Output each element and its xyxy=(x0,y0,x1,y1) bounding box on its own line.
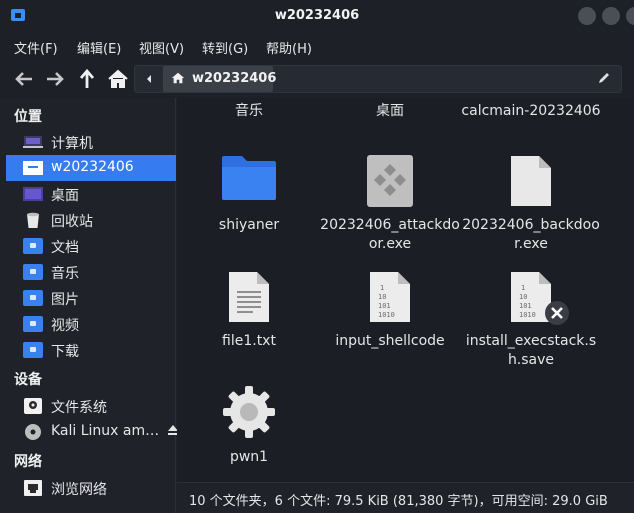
svg-text:10: 10 xyxy=(519,293,527,301)
desktop-icon xyxy=(23,187,43,201)
file-tile-desktop[interactable]: 桌面 xyxy=(320,102,460,121)
home-button[interactable] xyxy=(105,66,131,92)
arrow-left-icon xyxy=(15,72,32,86)
minimize-button[interactable] xyxy=(578,7,596,25)
file-tile-attackdoor[interactable]: 20232406_attackdoor.exe xyxy=(320,154,460,264)
window-title: w20232406 xyxy=(274,8,360,23)
file-name: input_shellcode xyxy=(335,333,445,349)
blank-file-icon xyxy=(511,156,551,206)
file-name: file1.txt xyxy=(222,333,276,349)
home-icon xyxy=(171,72,185,84)
sidebar-item-desktop[interactable]: 桌面 xyxy=(6,181,176,207)
forward-button[interactable] xyxy=(42,66,68,92)
maximize-button[interactable] xyxy=(602,7,620,25)
trash-icon xyxy=(27,212,39,228)
file-name: 20232406_backdoor.exe xyxy=(462,217,600,252)
svg-text:101: 101 xyxy=(519,302,532,310)
folder-icon xyxy=(222,156,276,200)
documents-folder-icon xyxy=(23,238,43,254)
status-text: 10 个文件夹，6 个文件: 79.5 KiB (81,380 字节)，可用空间… xyxy=(189,494,608,509)
arrow-right-icon xyxy=(47,72,64,86)
pictures-folder-icon xyxy=(23,290,43,306)
arrow-up-icon xyxy=(79,68,95,88)
file-name: pwn1 xyxy=(229,449,269,465)
svg-text:101: 101 xyxy=(378,302,391,310)
file-tile-shiyaner[interactable]: shiyaner xyxy=(179,154,319,264)
svg-text:10: 10 xyxy=(378,293,386,301)
sidebar-item-filesystem[interactable]: 文件系统 xyxy=(6,393,176,419)
sidebar-item-videos[interactable]: 视频 xyxy=(6,311,176,337)
menu-file[interactable]: 文件(F) xyxy=(14,38,58,57)
sidebar-item-trash[interactable]: 回收站 xyxy=(6,207,176,233)
svg-text:1010: 1010 xyxy=(378,311,395,319)
toolbar: w20232406 xyxy=(0,60,634,98)
downloads-folder-icon xyxy=(23,342,43,358)
up-button[interactable] xyxy=(74,66,100,92)
file-tile-file1[interactable]: file1.txt xyxy=(179,270,319,360)
menu-go[interactable]: 转到(G) xyxy=(202,38,248,57)
file-name: shiyaner xyxy=(218,217,280,233)
menu-bar: 文件(F) 编辑(E) 视图(V) 转到(G) 帮助(H) xyxy=(0,32,634,60)
menu-edit[interactable]: 编辑(E) xyxy=(77,38,121,57)
file-name: 20232406_attackdoor.exe xyxy=(320,217,460,252)
pencil-icon[interactable] xyxy=(597,71,613,87)
file-tile-music[interactable]: 音乐 xyxy=(179,102,319,121)
text-file-icon xyxy=(229,272,269,322)
home-icon xyxy=(108,69,128,88)
chevron-left-icon[interactable] xyxy=(137,66,161,92)
network-icon xyxy=(24,480,42,496)
sidebar-item-kali-disc[interactable]: Kali Linux am… xyxy=(6,419,178,445)
sidebar-header-devices: 设备 xyxy=(14,372,42,388)
binary-file-icon: 110 1011010 xyxy=(370,272,410,322)
svg-text:1: 1 xyxy=(521,284,525,292)
sidebar-header-network: 网络 xyxy=(14,454,42,470)
file-tile-input-shellcode[interactable]: 1 10 101 1010 input_shellcode xyxy=(320,270,460,360)
file-tile-install-execstack[interactable]: 1 10 101 1010 install_execstack.sh.save xyxy=(461,270,601,380)
sidebar-item-pictures[interactable]: 图片 xyxy=(6,285,176,311)
menu-view[interactable]: 视图(V) xyxy=(139,38,184,57)
file-tile-calcmain[interactable]: calcmain-20232406 xyxy=(461,102,601,121)
sidebar-item-music[interactable]: 音乐 xyxy=(6,259,176,285)
status-bar: 10 个文件夹，6 个文件: 79.5 KiB (81,380 字节)，可用空间… xyxy=(177,482,634,513)
disc-icon xyxy=(25,424,41,440)
videos-folder-icon xyxy=(23,316,43,332)
executable-gear-icon xyxy=(223,386,275,438)
home-folder-icon xyxy=(23,161,43,175)
sidebar: 位置 计算机 w20232406 桌面 回收站 文档 音乐 图片 视频 下载 设… xyxy=(0,98,178,513)
menu-help[interactable]: 帮助(H) xyxy=(266,38,312,57)
file-tile-pwn1[interactable]: pwn1 xyxy=(179,384,319,474)
music-folder-icon xyxy=(23,264,43,280)
back-button[interactable] xyxy=(11,66,37,92)
svg-text:1010: 1010 xyxy=(519,311,536,319)
file-name: install_execstack.sh.save xyxy=(465,333,597,368)
breadcrumb-label: w20232406 xyxy=(192,71,277,86)
file-view: 音乐 桌面 calcmain-20232406 shiyaner 2023240… xyxy=(177,98,634,482)
svg-text:1: 1 xyxy=(380,284,384,292)
location-bar[interactable]: w20232406 xyxy=(134,65,622,93)
sidebar-item-browse-network[interactable]: 浏览网络 xyxy=(6,475,176,501)
computer-icon xyxy=(23,136,43,148)
sidebar-item-documents[interactable]: 文档 xyxy=(6,233,176,259)
title-bar: w20232406 xyxy=(0,0,634,32)
breadcrumb[interactable]: w20232406 xyxy=(163,66,277,92)
broken-link-emblem-icon xyxy=(545,301,569,325)
sidebar-header-places: 位置 xyxy=(14,109,42,125)
sidebar-item-computer[interactable]: 计算机 xyxy=(6,129,176,155)
exe-icon xyxy=(367,155,413,207)
file-tile-backdoor[interactable]: 20232406_backdoor.exe xyxy=(461,154,601,264)
sidebar-item-downloads[interactable]: 下载 xyxy=(6,337,176,363)
sidebar-item-home[interactable]: w20232406 xyxy=(6,155,176,181)
drive-icon xyxy=(24,398,42,414)
